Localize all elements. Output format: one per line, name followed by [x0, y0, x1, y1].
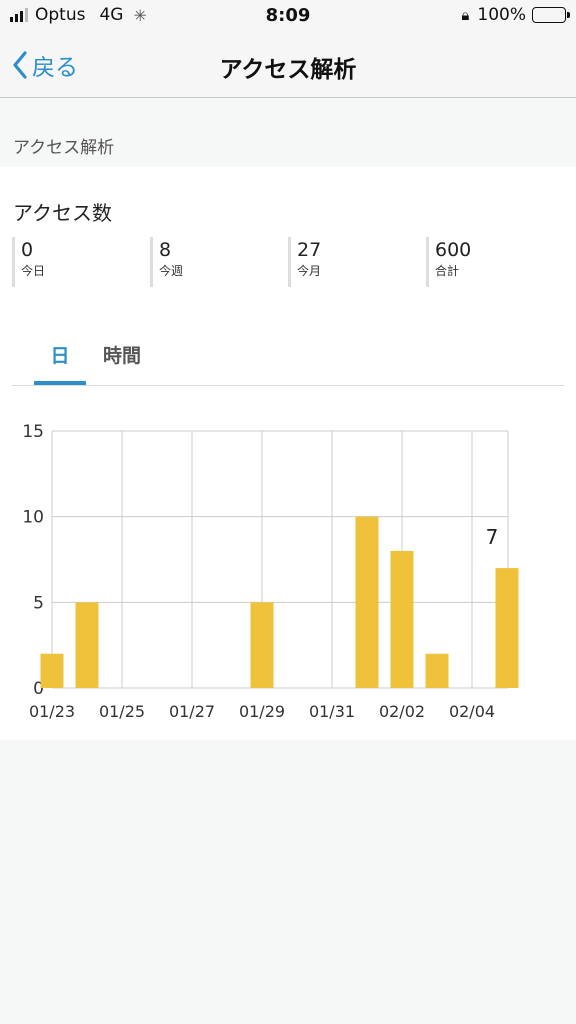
y-tick-label: 5: [33, 593, 44, 613]
status-right: 🔒︎ 100%: [461, 5, 570, 25]
x-tick-label: 01/29: [239, 702, 285, 721]
stat-value: 27: [297, 239, 322, 261]
y-tick-label: 15: [22, 422, 44, 442]
data-label: 7: [486, 525, 499, 549]
stat-label: 合計: [435, 264, 460, 278]
access-bar-chart: 05101501/23 01/25 01/27 01/29 01/31 02/02 02/0…: [22, 422, 519, 721]
access-stats-card: アクセス数 0 今日 8 今週 27 今月 600 合計 日 時間 0 5 10 15…: [0, 167, 576, 740]
bar-02-03: [425, 653, 449, 688]
section-header: アクセス解析: [0, 99, 576, 167]
x-tick-label: 01/25: [99, 702, 145, 721]
status-bar: Optus 4G ✳ 8:09 🔒︎ 100%: [0, 0, 576, 32]
orientation-lock-icon: 🔒︎: [461, 6, 470, 24]
stat-today: 0 今日: [12, 237, 144, 287]
stat-value: 0: [21, 239, 34, 261]
bar-01-29: [250, 602, 274, 688]
bar-02-01: [355, 516, 379, 688]
x-tick-label: 02/02: [379, 702, 425, 721]
y-tick-label: 10: [22, 508, 44, 528]
stat-value: 600: [435, 239, 472, 261]
period-tabs: 日 時間: [12, 335, 564, 386]
tab-day[interactable]: 日: [34, 341, 86, 385]
bar-01-24: [75, 602, 99, 688]
x-tick-label: 02/04: [449, 702, 495, 721]
bar-02-02: [390, 550, 414, 688]
stat-this-month: 27 今月: [288, 237, 420, 287]
stat-this-week: 8 今週: [150, 237, 282, 287]
x-tick-label: 01/31: [309, 702, 355, 721]
stat-label: 今週: [159, 264, 184, 278]
stat-label: 今月: [297, 264, 322, 278]
stat-total: 600 合計: [426, 237, 558, 287]
x-tick-label: 01/27: [169, 702, 215, 721]
stat-value: 8: [159, 239, 172, 261]
bar-02-05: [495, 568, 519, 688]
page-title: アクセス解析: [219, 57, 357, 83]
stats-row: 0 今日 8 今週 27 今月 600 合計: [12, 237, 564, 287]
battery-icon: [532, 7, 570, 23]
battery-percent: 100%: [477, 5, 526, 25]
bar-01-23: [40, 653, 64, 688]
navigation-bar: 戻る アクセス解析: [0, 32, 576, 98]
tab-hour[interactable]: 時間: [98, 341, 146, 385]
card-title: アクセス数: [13, 201, 112, 225]
stat-label: 今日: [21, 264, 46, 278]
x-tick-label: 01/23: [29, 702, 75, 721]
